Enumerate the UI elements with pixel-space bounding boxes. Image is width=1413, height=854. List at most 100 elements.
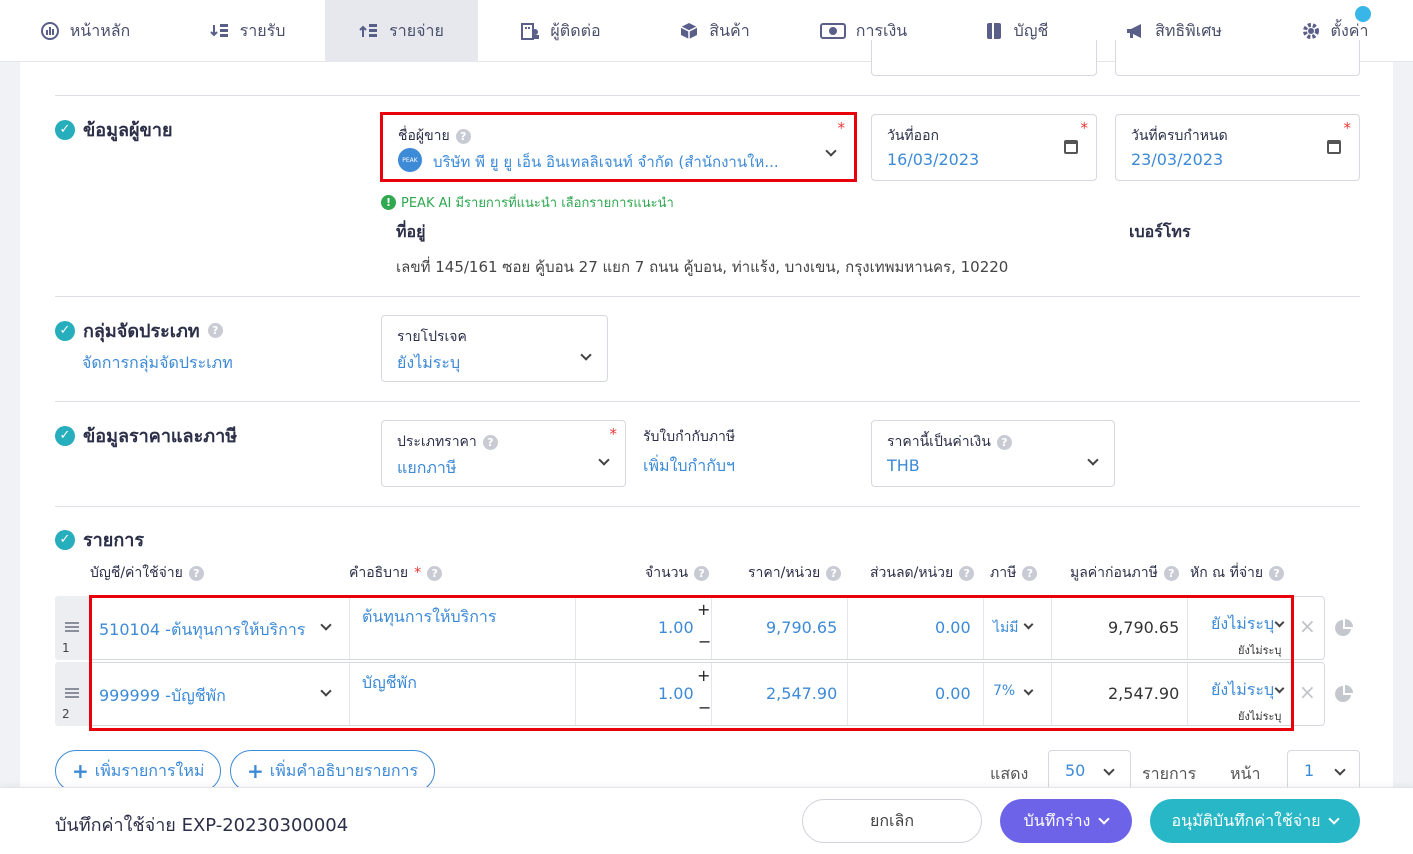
col-header-account: บัญชี/ค่าใช้จ่าย? — [90, 562, 204, 584]
cancel-button[interactable]: ยกเลิก — [802, 799, 982, 843]
info-icon: ! — [381, 195, 396, 210]
pie-chart-icon[interactable] — [1334, 684, 1354, 708]
row-number: 1 — [62, 641, 70, 655]
footer-bar: บันทึกค่าใช้จ่าย EXP-20230300004 ยกเลิก … — [0, 787, 1413, 854]
cancel-label: ยกเลิก — [869, 810, 915, 830]
divider — [55, 95, 1360, 96]
project-label: รายโปรเจค — [397, 329, 467, 345]
plus-icon: + — [247, 759, 264, 783]
add-item-label: เพิ่มรายการใหม่ — [94, 760, 205, 780]
box-icon — [679, 21, 699, 41]
top-field-partial[interactable] — [871, 40, 1097, 76]
required-icon: * — [1080, 119, 1089, 137]
add-item-button[interactable]: + เพิ่มรายการใหม่ — [55, 750, 222, 792]
help-icon: ? — [482, 434, 498, 450]
nav-label: รายจ่าย — [389, 20, 444, 40]
currency-value: THB — [887, 456, 920, 475]
help-icon: ? — [1022, 565, 1038, 581]
ledger-icon — [984, 21, 1004, 41]
add-tax-invoice-link[interactable]: เพิ่มใบกำกับฯ — [643, 454, 735, 479]
items-label: รายการ — [1142, 764, 1197, 783]
ai-suggestion[interactable]: ! PEAK AI มีรายการที่แนะนำ เลือกรายการแน… — [381, 192, 674, 213]
delete-icon[interactable]: × — [1299, 614, 1316, 638]
section-title-text: รายการ — [83, 530, 144, 551]
help-icon: ? — [1269, 565, 1285, 581]
help-icon: ? — [694, 565, 710, 581]
section-title-text: ข้อมูลผู้ขาย — [83, 120, 173, 141]
price-type-select[interactable]: ประเภทราคา? * แยกภาษี — [381, 420, 626, 487]
highlight-box-items — [89, 595, 1294, 731]
contacts-icon — [520, 21, 540, 41]
col-header-withholding: หัก ณ ที่จ่าย? — [1190, 562, 1285, 584]
price-type-value: แยกภาษี — [397, 458, 457, 477]
help-icon: ? — [427, 565, 443, 581]
due-date-field[interactable]: วันที่ครบกำหนด * 23/03/2023 — [1115, 114, 1360, 181]
highlight-box-vendor — [380, 112, 857, 182]
section-title-text: ข้อมูลราคาและภาษี — [83, 426, 238, 447]
divider — [55, 296, 1360, 297]
add-description-button[interactable]: + เพิ่มคำอธิบายรายการ — [230, 750, 436, 792]
page-size-value: 50 — [1065, 761, 1086, 780]
col-header-qty: จำนวน? — [645, 562, 710, 584]
ai-hint-text: PEAK AI มีรายการที่แนะนำ เลือกรายการแนะน… — [401, 196, 674, 211]
add-desc-label: เพิ่มคำอธิบายรายการ — [269, 760, 419, 780]
nav-label: สินค้า — [709, 20, 750, 40]
nav-contacts[interactable]: ผู้ติดต่อ — [478, 0, 643, 62]
approve-label: อนุมัติบันทึกค่าใช้จ่าย — [1171, 810, 1321, 830]
pie-chart-icon[interactable] — [1334, 618, 1354, 642]
currency-select[interactable]: ราคานี้เป็นค่าเงิน? THB — [871, 420, 1115, 487]
help-icon: ? — [826, 565, 842, 581]
col-header-price: ราคา/หน่วย? — [748, 562, 842, 584]
drag-icon — [65, 622, 79, 632]
help-icon: ? — [959, 565, 975, 581]
items-section-title: ✓ รายการ — [55, 525, 144, 554]
col-header-description: คำอธิบาย *? — [349, 562, 443, 584]
divider — [55, 506, 1360, 507]
show-label: แสดง — [990, 764, 1029, 783]
col-header-pretax: มูลค่าก่อนภาษี? — [1070, 562, 1179, 584]
document-title: บันทึกค่าใช้จ่าย EXP-20230300004 — [55, 815, 349, 836]
new-badge — [1355, 6, 1371, 22]
money-icon — [819, 21, 846, 41]
chevron-down-icon — [598, 454, 610, 466]
issue-date-value: 16/03/2023 — [887, 150, 980, 169]
price-type-label: ประเภทราคา? — [397, 431, 498, 453]
expense-icon — [359, 21, 379, 41]
delete-icon[interactable]: × — [1299, 680, 1316, 704]
chevron-down-icon — [1334, 764, 1346, 776]
chevron-down-icon — [580, 349, 592, 361]
plus-icon: + — [72, 759, 89, 783]
required-icon: * — [609, 425, 618, 443]
tax-invoice-label: รับใบกำกับภาษี — [643, 429, 736, 445]
save-draft-label: บันทึกร่าง — [1023, 810, 1091, 830]
nav-expense[interactable]: รายจ่าย — [325, 0, 478, 62]
calendar-icon[interactable] — [1064, 140, 1078, 154]
due-date-value: 23/03/2023 — [1131, 150, 1224, 169]
row-number: 2 — [62, 707, 70, 721]
nav-label: รายรับ — [239, 20, 286, 40]
nav-products[interactable]: สินค้า — [643, 0, 786, 62]
approve-button[interactable]: อนุมัติบันทึกค่าใช้จ่าย — [1150, 799, 1360, 843]
project-value: ยังไม่ระบุ — [397, 353, 461, 372]
dashboard-icon — [40, 21, 60, 41]
category-section-title: ✓ กลุ่มจัดประเภท ? — [55, 316, 223, 345]
help-icon: ? — [207, 323, 223, 338]
check-icon: ✓ — [55, 425, 75, 446]
chevron-down-icon — [1098, 813, 1111, 825]
nav-income[interactable]: รายรับ — [170, 0, 325, 62]
manage-category-link[interactable]: จัดการกลุ่มจัดประเภท — [82, 351, 233, 376]
chevron-down-icon — [1103, 764, 1115, 776]
check-icon: ✓ — [55, 320, 75, 341]
help-icon: ? — [188, 565, 204, 581]
issue-date-label: วันที่ออก — [887, 128, 939, 144]
save-draft-button[interactable]: บันทึกร่าง — [1000, 799, 1132, 843]
check-icon: ✓ — [55, 529, 75, 550]
check-icon: ✓ — [55, 119, 75, 140]
help-icon: ? — [996, 434, 1012, 450]
nav-dashboard[interactable]: หน้าหลัก — [0, 0, 170, 62]
calendar-icon[interactable] — [1327, 140, 1341, 154]
top-field-partial[interactable] — [1115, 40, 1360, 76]
col-header-tax: ภาษี? — [990, 562, 1038, 584]
project-select[interactable]: รายโปรเจค ยังไม่ระบุ — [381, 315, 608, 382]
issue-date-field[interactable]: วันที่ออก * 16/03/2023 — [871, 114, 1097, 181]
